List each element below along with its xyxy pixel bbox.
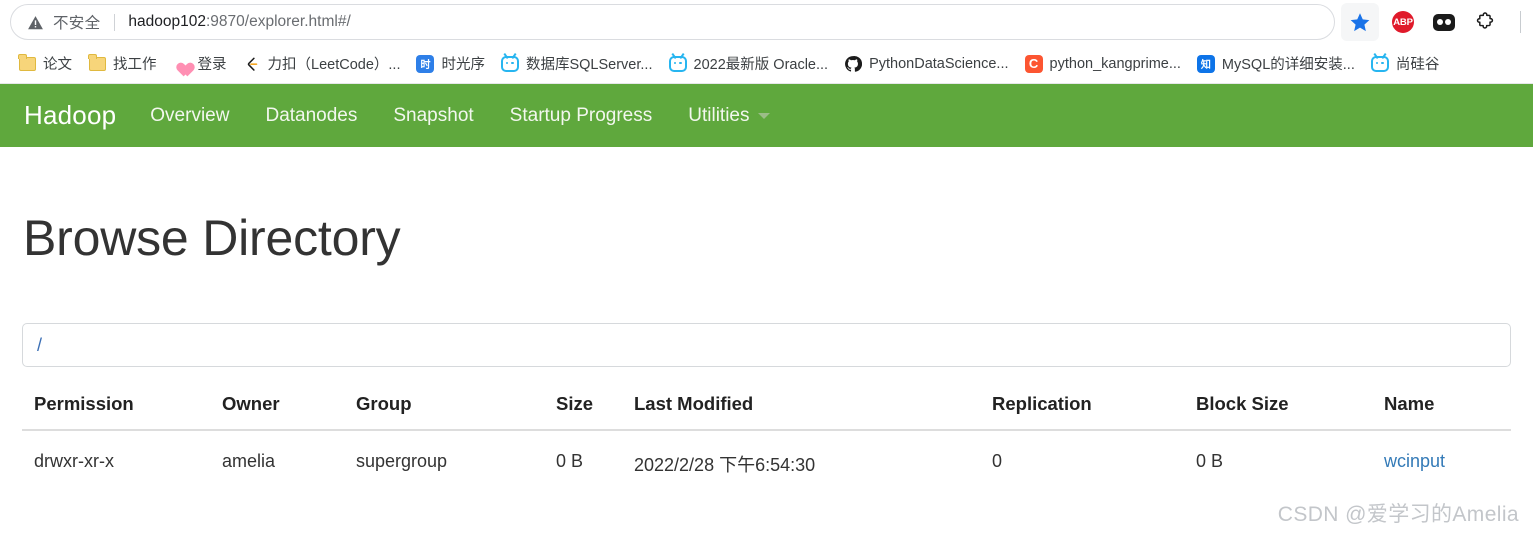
bilibili-icon — [500, 55, 519, 73]
zhihu-icon: 知 — [1196, 54, 1215, 73]
bookmark-item[interactable]: PythonDataScience... — [836, 50, 1016, 78]
address-bar[interactable]: 不安全 hadoop102:9870/explorer.html#/ — [10, 4, 1335, 40]
nav-label: Snapshot — [393, 104, 474, 126]
cell-block-size: 0 B — [1196, 451, 1224, 471]
column-header-size[interactable]: Size — [556, 393, 634, 431]
hadoop-navbar: Hadoop Overview Datanodes Snapshot Start… — [0, 84, 1533, 147]
browser-toolbar: 不安全 hadoop102:9870/explorer.html#/ ABP — [0, 0, 1533, 44]
bookmark-item[interactable]: 尚硅谷 — [1363, 50, 1448, 78]
cell-owner: amelia — [222, 451, 276, 471]
adblock-plus-button[interactable]: ABP — [1391, 10, 1415, 34]
bookmark-item[interactable]: 时 时光序 — [408, 50, 493, 78]
bilibili-icon — [1370, 55, 1389, 73]
bookmark-label: MySQL的详细安装... — [1221, 57, 1355, 73]
shiguangxu-icon: 时 — [416, 54, 435, 73]
csdn-watermark: CSDN @爱学习的Amelia — [1277, 503, 1519, 526]
cell-size: 0 B — [556, 451, 584, 471]
nav-item-startup-progress[interactable]: Startup Progress — [492, 105, 671, 127]
bookmark-item[interactable]: 力扣（LeetCode）... — [235, 50, 409, 78]
dark-extension-button[interactable] — [1432, 10, 1456, 34]
bookmark-label: 找工作 — [113, 57, 157, 73]
bookmark-item[interactable]: C python_kangprime... — [1017, 50, 1189, 78]
nav-label: Startup Progress — [509, 104, 653, 126]
extensions-menu-button[interactable] — [1473, 10, 1497, 34]
omnibox-divider — [114, 13, 116, 31]
folder-icon — [88, 53, 106, 73]
toolbar-end-divider — [1520, 11, 1521, 33]
bookmark-label: 力扣（LeetCode）... — [267, 57, 401, 73]
nav-label: Utilities — [688, 104, 750, 126]
directory-path-input[interactable]: / — [22, 323, 1511, 367]
cell-replication: 0 — [992, 451, 1003, 471]
browser-chrome: 不安全 hadoop102:9870/explorer.html#/ ABP 论… — [0, 0, 1533, 84]
file-browser-table: Permission Owner Group Size Last Modifie… — [22, 393, 1511, 477]
column-header-group[interactable]: Group — [356, 393, 556, 431]
column-header-permission[interactable]: Permission — [22, 393, 222, 431]
directory-path-value: / — [37, 334, 43, 355]
column-header-block-size[interactable]: Block Size — [1196, 393, 1384, 431]
github-icon — [844, 55, 863, 73]
not-secure-warning-icon — [28, 15, 43, 29]
security-status-label: 不安全 — [53, 15, 101, 32]
bookmark-item[interactable]: 知 MySQL的详细安装... — [1189, 50, 1363, 78]
column-header-owner[interactable]: Owner — [222, 393, 356, 431]
bookmark-item[interactable]: 找工作 — [80, 50, 165, 78]
cell-group: supergroup — [356, 451, 448, 471]
column-header-replication[interactable]: Replication — [992, 393, 1196, 431]
nav-label: Datanodes — [265, 104, 358, 126]
bookmark-label: 登录 — [197, 57, 227, 73]
nav-item-snapshot[interactable]: Snapshot — [375, 105, 491, 127]
puzzle-piece-icon — [1476, 11, 1493, 29]
chevron-down-icon — [758, 112, 771, 119]
file-link-wcinput[interactable]: wcinput — [1384, 451, 1445, 471]
bilibili-icon — [668, 55, 687, 73]
bookmark-item[interactable]: 论文 — [10, 50, 80, 78]
bookmark-item[interactable]: 数据库SQLServer... — [493, 50, 661, 78]
nav-item-utilities[interactable]: Utilities — [670, 105, 788, 127]
column-header-last-modified[interactable]: Last Modified — [634, 393, 992, 431]
bookmark-label: 论文 — [43, 57, 72, 73]
extension-icons: ABP — [1391, 10, 1525, 34]
page-content: Browse Directory / Permission Owner Grou… — [0, 209, 1533, 477]
folder-icon — [18, 53, 36, 73]
nav-item-overview[interactable]: Overview — [132, 105, 247, 127]
bookmark-star-icon — [1350, 13, 1370, 32]
cell-permission: drwxr-xr-x — [34, 451, 114, 471]
url-text: hadoop102:9870/explorer.html#/ — [128, 13, 351, 30]
page-title: Browse Directory — [23, 210, 401, 266]
bookmarks-bar: 论文 找工作 登录 力扣（LeetCode）... 时 时光序 数据库SQLSe… — [0, 44, 1533, 84]
navbar-brand[interactable]: Hadoop — [16, 100, 132, 131]
bookmark-item[interactable]: 2022最新版 Oracle... — [661, 50, 837, 78]
bookmark-star-button[interactable] — [1341, 3, 1379, 41]
bookmark-label: 时光序 — [441, 57, 485, 73]
leetcode-icon — [243, 55, 261, 73]
bookmark-label: 数据库SQLServer... — [525, 57, 653, 73]
adblock-plus-icon: ABP — [1392, 11, 1414, 33]
cell-name: wcinput — [1384, 430, 1511, 477]
bookmark-label: PythonDataScience... — [869, 55, 1009, 72]
bookmark-label: 尚硅谷 — [1395, 57, 1440, 73]
cell-last-modified: 2022/2/28 下午6:54:30 — [634, 455, 816, 475]
bookmark-label: python_kangprime... — [1049, 55, 1181, 72]
nav-label: Overview — [150, 104, 230, 126]
dark-extension-icon — [1433, 13, 1455, 31]
table-header-row: Permission Owner Group Size Last Modifie… — [22, 393, 1511, 431]
csdn-icon: C — [1024, 54, 1043, 73]
heart-icon — [173, 55, 191, 73]
bookmark-item[interactable]: 登录 — [165, 50, 235, 78]
nav-item-datanodes[interactable]: Datanodes — [247, 105, 375, 127]
column-header-name[interactable]: Name — [1384, 393, 1511, 431]
table-row: drwxr-xr-x amelia supergroup 0 B 2022/2/… — [22, 430, 1511, 477]
bookmark-label: 2022最新版 Oracle... — [693, 57, 829, 73]
